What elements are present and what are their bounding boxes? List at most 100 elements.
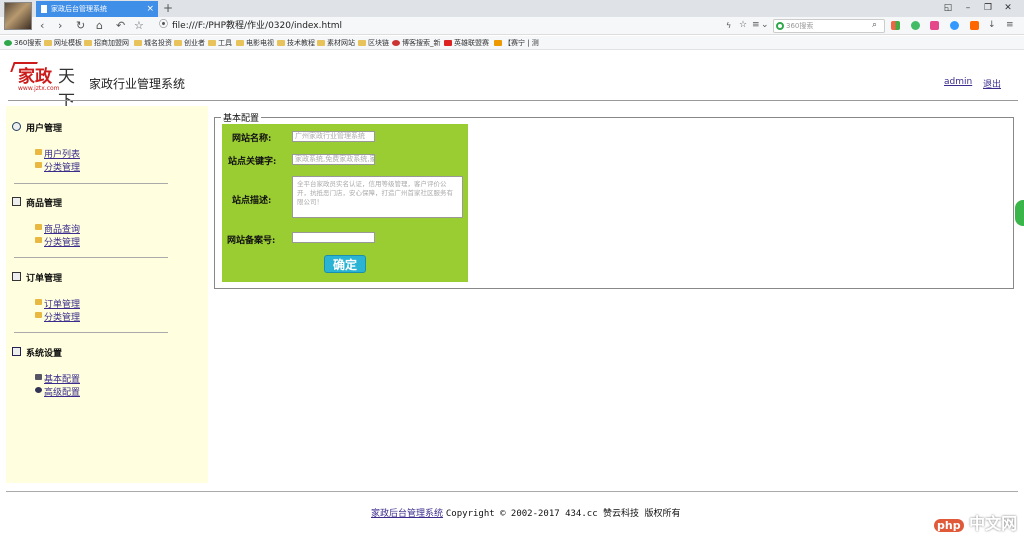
site-name-input[interactable]: 广州家政行业管理系统 <box>292 131 375 142</box>
bookmark-item[interactable]: 网址模板 <box>44 37 82 49</box>
new-tab-button[interactable]: + <box>163 0 173 16</box>
home-icon[interactable]: ⌂ <box>96 18 103 33</box>
tab-title: 家政后台管理系统 <box>51 5 107 13</box>
icp-input[interactable] <box>292 232 375 243</box>
folder-icon <box>174 40 182 46</box>
sidebar-item-basic-config[interactable]: 基本配置 <box>35 372 80 385</box>
config-icon <box>35 374 42 380</box>
sidebar-item-user-category[interactable]: 分类管理 <box>35 160 80 173</box>
keywords-input[interactable]: 家政系统,免费家政系统,家 <box>292 154 375 165</box>
lightning-icon[interactable]: ϟ <box>726 18 731 33</box>
watermark-text: 中文网 <box>969 514 1018 533</box>
extension-orange-icon[interactable] <box>970 21 979 30</box>
logo-text-a: 家政 <box>18 67 52 87</box>
bookmark-item[interactable]: 【赛宁 | 测 <box>494 37 539 49</box>
description-textarea[interactable]: 全平台家政员实名认证，信用等级管理，客户评价公开，抗抵恶门店，安心保障，打造广州… <box>292 176 463 218</box>
close-window-icon[interactable]: ✕ <box>998 0 1018 16</box>
browser-tab[interactable]: 家政后台管理系统 × <box>36 1 158 17</box>
maximize-icon[interactable]: ❐ <box>978 0 998 16</box>
apps-icon[interactable] <box>891 21 900 30</box>
forward-icon[interactable]: › <box>58 18 62 33</box>
extension-pink-icon[interactable] <box>930 21 939 30</box>
favorite-icon[interactable]: ☆ <box>739 18 747 33</box>
menu-icon[interactable]: ≡ <box>752 18 760 33</box>
copyright-text: Copyright © 2002-2017 434.cc 赞云科技 版权所有 <box>445 509 681 519</box>
bookmark-item[interactable]: 区块链 <box>358 37 389 49</box>
section-user-management[interactable]: 用户管理 <box>12 121 62 134</box>
restore-icon[interactable]: ◱ <box>938 0 958 16</box>
360-logo-icon <box>776 22 784 30</box>
address-bar[interactable]: file:///F:/PHP教程/作业/0320/index.html <box>172 19 342 33</box>
sidebar-item-product-search[interactable]: 商品查询 <box>35 222 80 235</box>
site-icon <box>494 40 502 46</box>
sidebar-divider <box>14 257 168 258</box>
sidebar-item-product-category[interactable]: 分类管理 <box>35 235 80 248</box>
folder-icon <box>44 40 52 46</box>
back-icon[interactable]: ‹ <box>40 18 44 33</box>
dropdown-chevron-icon[interactable]: ⌄ <box>761 18 769 33</box>
sidebar-divider <box>14 332 168 333</box>
bookmark-item[interactable]: 电影电视 <box>236 37 274 49</box>
logout-link[interactable]: 退出 <box>983 77 1001 90</box>
folder-icon <box>134 40 142 46</box>
sidebar: 用户管理 用户列表 分类管理 商品管理 商品查询 分类管理 订单管理 订单管理 … <box>6 106 208 483</box>
navigation-bar: ‹ › ↻ ⌂ ↶ ☆ ⦿ file:///F:/PHP教程/作业/0320/i… <box>0 17 1024 35</box>
watermark-php: php <box>934 519 964 532</box>
fieldset-legend: 基本配置 <box>221 111 262 124</box>
side-float-tab[interactable] <box>1015 200 1024 226</box>
shield-icon[interactable] <box>911 21 920 30</box>
bookmark-item[interactable]: 工具 <box>208 37 232 49</box>
section-system-settings[interactable]: 系统设置 <box>12 346 62 359</box>
folder-icon <box>236 40 244 46</box>
sidebar-divider <box>14 183 168 184</box>
description-label: 站点描述: <box>232 196 272 206</box>
folder-icon <box>35 162 42 168</box>
page-info-icon[interactable]: ⦿ <box>159 18 168 33</box>
folder-icon <box>208 40 216 46</box>
sidebar-item-order-management[interactable]: 订单管理 <box>35 297 80 310</box>
settings-icon <box>12 347 21 356</box>
profile-avatar[interactable] <box>4 2 32 30</box>
search-input[interactable]: 360搜索 <box>773 19 885 33</box>
minimize-icon[interactable]: – <box>958 0 978 16</box>
submit-button[interactable]: 确定 <box>324 255 366 273</box>
settings-menu-icon[interactable]: ≡ <box>1006 18 1014 33</box>
bookmark-item[interactable]: 招商加盟网 <box>84 37 129 49</box>
section-order-management[interactable]: 订单管理 <box>12 271 62 284</box>
sidebar-item-advanced-config[interactable]: 高级配置 <box>35 385 80 398</box>
bookmark-item[interactable]: 素材网站 <box>317 37 355 49</box>
bookmark-item[interactable]: 360搜索 <box>4 37 41 49</box>
bookmarks-bar: 360搜索 网址模板 招商加盟网 城名投资 创业者 工具 电影电视 技术教程 素… <box>0 36 1024 50</box>
logo-text-b: 天下 <box>58 67 75 112</box>
blog-icon <box>392 40 400 46</box>
bookmark-item[interactable]: 城名投资 <box>134 37 172 49</box>
section-product-management[interactable]: 商品管理 <box>12 196 62 209</box>
bookmark-item[interactable]: 技术教程 <box>277 37 315 49</box>
reload-icon[interactable]: ↻ <box>76 18 85 33</box>
sidebar-item-order-category[interactable]: 分类管理 <box>35 310 80 323</box>
list-icon <box>12 272 21 281</box>
footer: 家政后台管理系统 Copyright © 2002-2017 434.cc 赞云… <box>371 506 680 519</box>
extension-blue-icon[interactable] <box>950 21 959 30</box>
bookmark-item[interactable]: 英雄联盟赛 <box>444 37 489 49</box>
footer-link[interactable]: 家政后台管理系统 <box>371 509 443 519</box>
tab-close-icon[interactable]: × <box>146 1 154 17</box>
bookmark-star-icon[interactable]: ☆ <box>134 18 144 33</box>
folder-icon <box>35 224 42 230</box>
header-divider <box>8 100 1018 101</box>
search-placeholder: 360搜索 <box>786 22 814 30</box>
bookmark-item[interactable]: 创业者 <box>174 37 205 49</box>
folder-icon <box>84 40 92 46</box>
bookmark-item[interactable]: 博客搜索_新 <box>392 37 441 49</box>
download-icon[interactable]: ↓ <box>988 18 996 33</box>
admin-link[interactable]: admin <box>944 77 972 87</box>
undo-icon[interactable]: ↶ <box>116 18 125 33</box>
site-logo[interactable]: 家政 天下 www.jztx.com <box>10 62 87 112</box>
document-icon <box>41 5 47 13</box>
sidebar-item-user-list[interactable]: 用户列表 <box>35 147 80 160</box>
search-icon[interactable]: ⌕ <box>872 18 877 33</box>
folder-icon <box>35 299 42 305</box>
wrench-icon <box>35 387 42 393</box>
logo-url: www.jztx.com <box>18 85 60 92</box>
folder-icon <box>35 237 42 243</box>
